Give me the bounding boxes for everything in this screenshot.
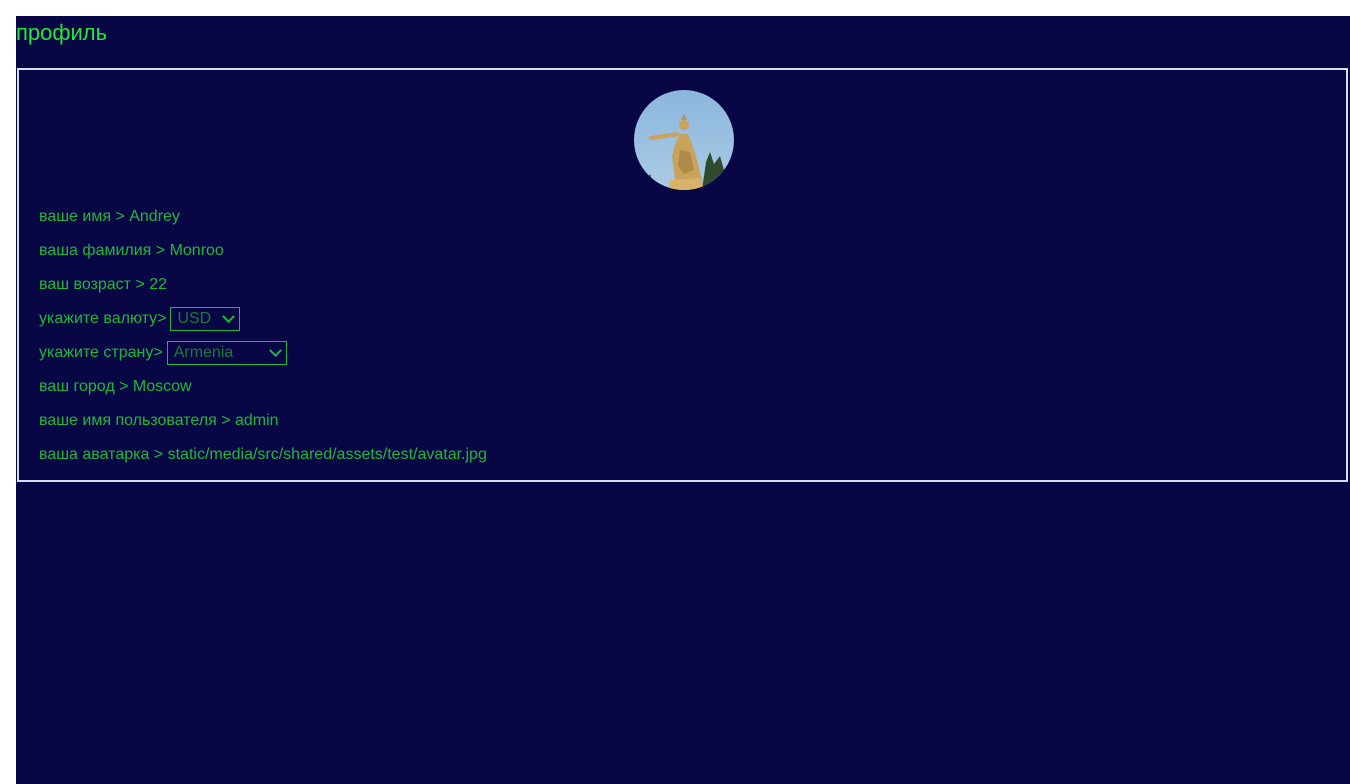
username-row: ваше имя пользователя > admin [39,404,487,438]
last-name-label: ваша фамилия [39,242,152,259]
avatar-path-row: ваша аватарка > static/media/src/shared/… [39,438,487,472]
last-name-value: Monroo [169,242,224,259]
age-row: ваш возраст > 22 [39,268,487,302]
separator: > [111,208,130,225]
first-name-value: Andrey [129,208,180,225]
age-label: ваш возраст [39,276,131,293]
city-label: ваш город [39,378,115,395]
separator: > [131,276,150,293]
username-label: ваше имя пользователя [39,412,217,429]
separator: > [114,378,133,395]
currency-selected: USD [177,310,212,327]
city-value: Moscow [132,378,192,395]
currency-label: укажите валюту> [39,310,167,327]
profile-fields: ваше имя > Andrey ваша фамилия > Monroo … [39,200,487,472]
city-row: ваш город > Moscow [39,370,487,404]
country-select[interactable]: Armenia [166,341,287,365]
app-container: профиль ваше имя > Andrey ваша фамилия >… [16,16,1350,784]
country-row: укажите страну> Armenia [39,336,487,370]
separator: > [151,242,170,259]
country-label: укажите страну> [39,344,163,361]
age-value: 22 [149,276,168,293]
chevron-down-icon [268,343,282,357]
currency-row: укажите валюту> USD [39,302,487,336]
avatar-path-label: ваша аватарка [39,446,150,463]
chevron-down-icon [222,309,236,323]
avatar [634,90,734,190]
country-selected: Armenia [173,344,234,361]
currency-select[interactable]: USD [170,307,241,331]
last-name-row: ваша фамилия > Monroo [39,234,487,268]
page-title: профиль [16,20,108,45]
first-name-label: ваше имя [39,208,111,225]
username-value: admin [235,412,279,429]
first-name-row: ваше имя > Andrey [39,200,487,234]
avatar-path-value: static/media/src/shared/assets/test/avat… [167,446,487,463]
separator: > [149,446,168,463]
statue-photo-icon [634,90,734,190]
separator: > [216,412,235,429]
profile-card: ваше имя > Andrey ваша фамилия > Monroo … [17,68,1348,482]
